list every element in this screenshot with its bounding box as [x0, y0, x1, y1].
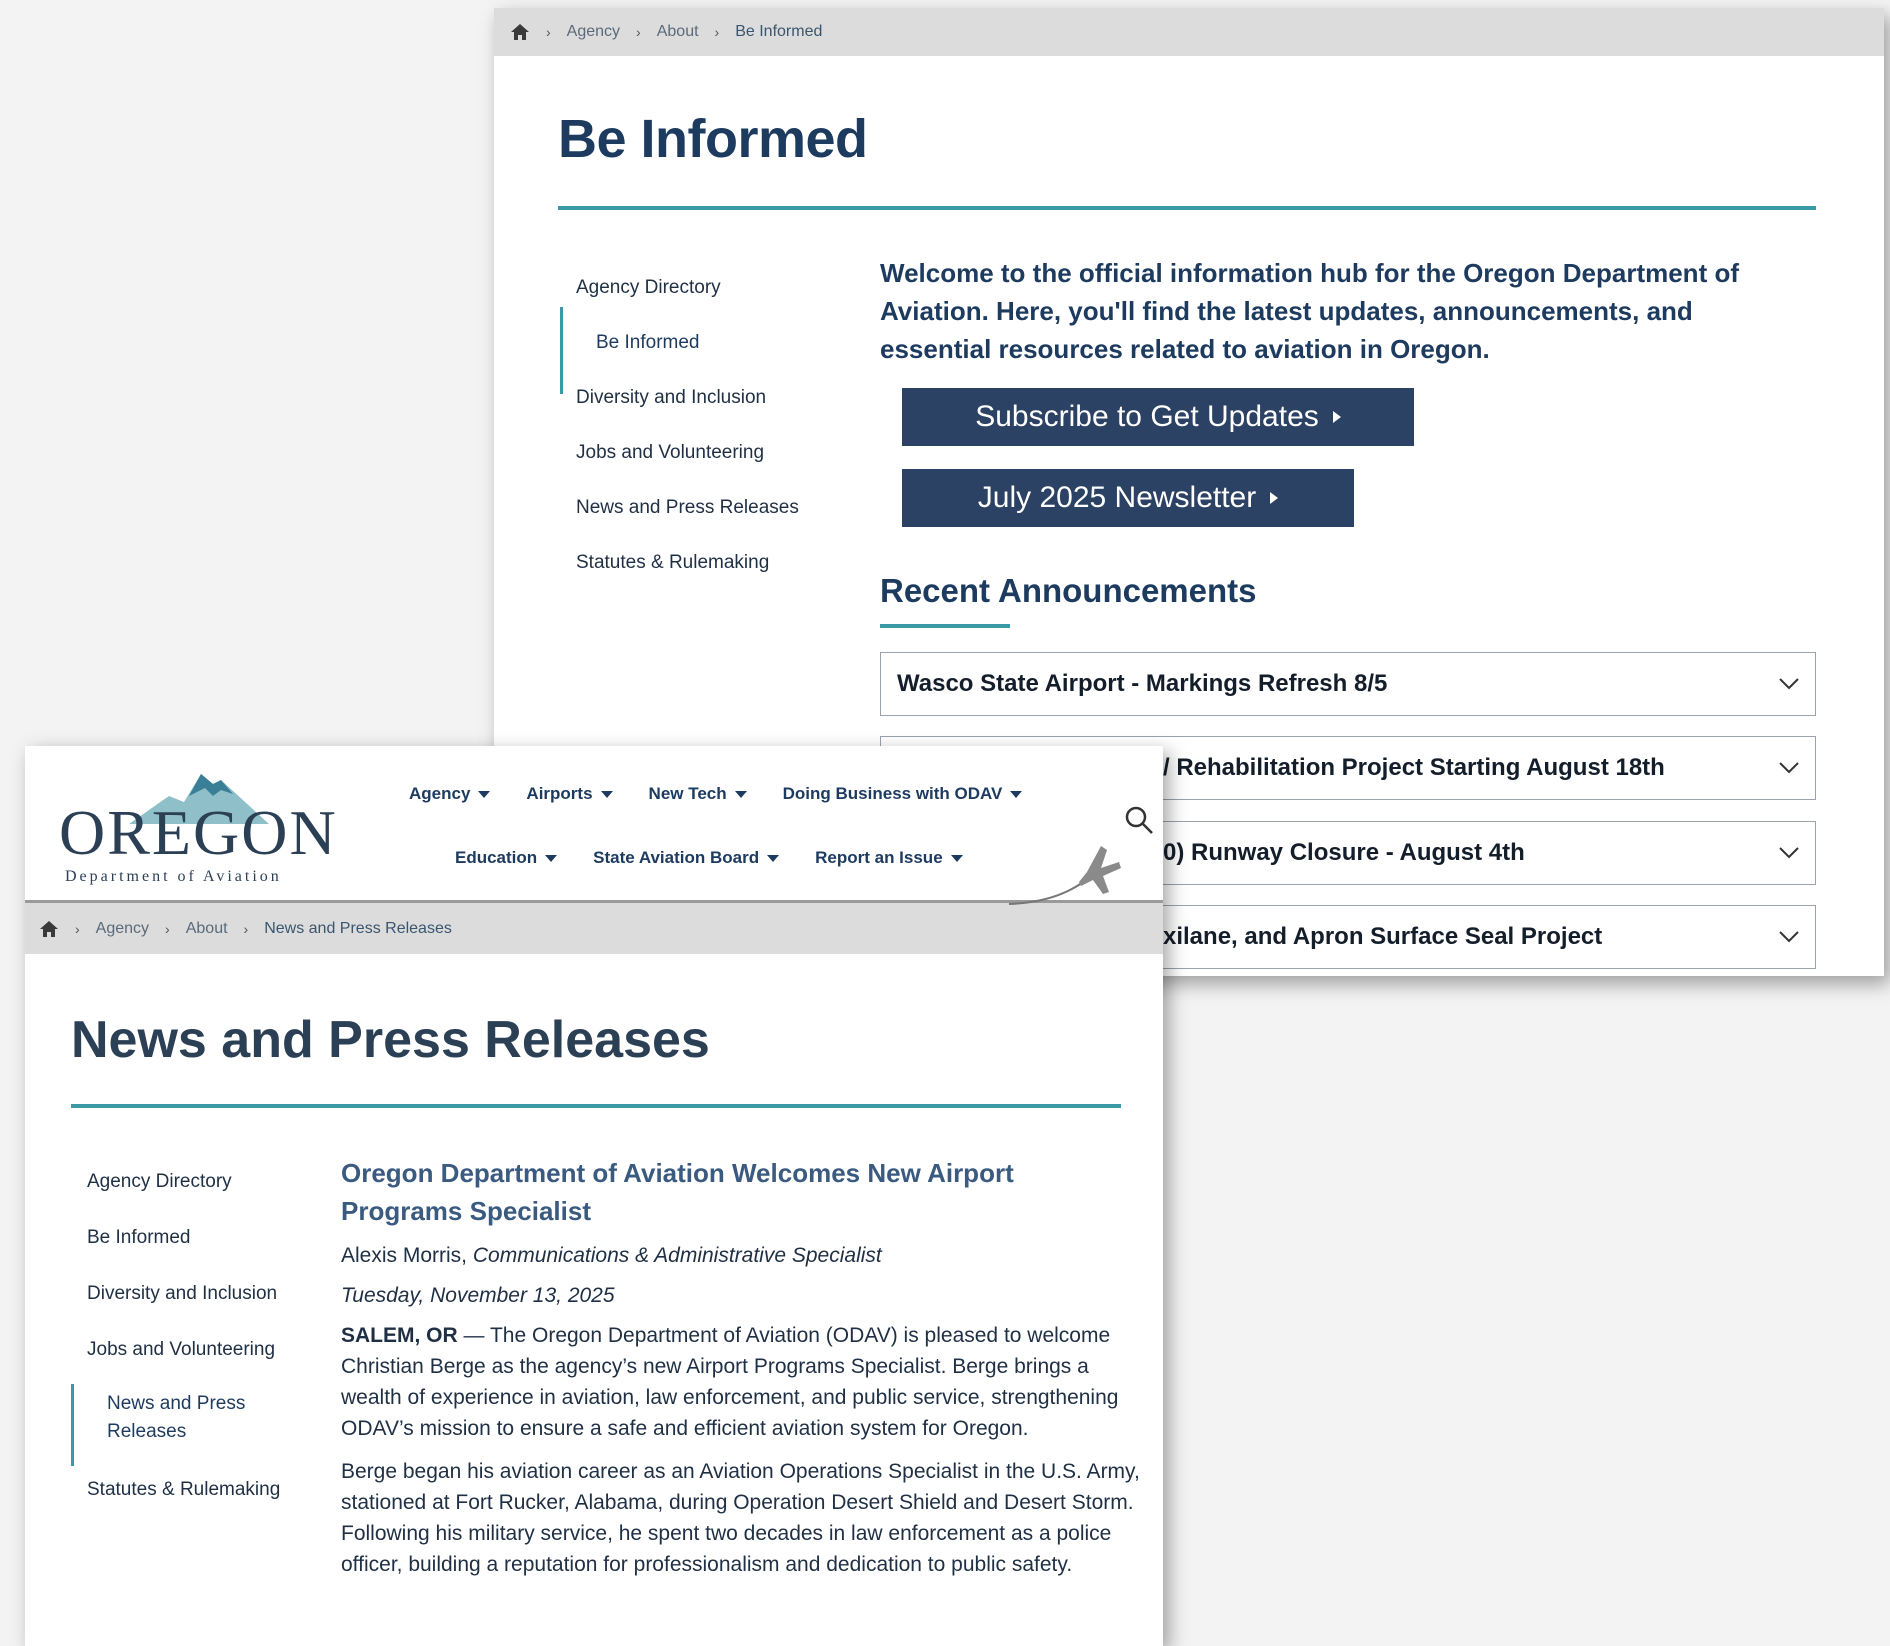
- announcement-title: Wasco State Airport - Markings Refresh 8…: [897, 670, 1388, 697]
- chevron-right-icon: ›: [546, 24, 551, 40]
- breadcrumb-current: Be Informed: [735, 23, 823, 40]
- intro-text: Welcome to the official information hub …: [880, 258, 1739, 364]
- caret-down-icon: [1010, 790, 1023, 798]
- newsletter-label: July 2025 Newsletter: [977, 481, 1257, 514]
- play-arrow-icon: [1332, 411, 1341, 423]
- caret-down-icon: [478, 790, 491, 798]
- title-divider: [558, 206, 1816, 210]
- announcement-item[interactable]: Wasco State Airport - Markings Refresh 8…: [880, 652, 1816, 716]
- menu-label: State Aviation Board: [593, 848, 760, 867]
- logo-wordmark: OREGON: [59, 797, 338, 868]
- caret-down-icon: [950, 854, 963, 862]
- site-header: OREGON Department of Aviation Agency Air…: [25, 746, 1163, 905]
- chevron-down-icon: [1779, 678, 1799, 690]
- breadcrumb-current: News and Press Releases: [264, 919, 452, 937]
- news-window: OREGON Department of Aviation Agency Air…: [25, 746, 1163, 1646]
- sidebar-item-statutes[interactable]: Statutes & Rulemaking: [71, 1474, 281, 1530]
- article-paragraph: SALEM, OR — The Oregon Department of Avi…: [341, 1320, 1141, 1444]
- subscribe-label: Subscribe to Get Updates: [975, 400, 1319, 433]
- sidebar-item-news[interactable]: News and Press Releases: [71, 1384, 261, 1474]
- subscribe-button[interactable]: Subscribe to Get Updates: [902, 388, 1414, 446]
- menu-new-tech[interactable]: New Tech: [649, 784, 747, 804]
- menu-label: Doing Business with ODAV: [782, 784, 1003, 803]
- breadcrumb: › Agency › About › Be Informed: [494, 8, 1884, 56]
- menu-education[interactable]: Education: [455, 848, 558, 868]
- article-paragraph-2: Berge began his aviation career as an Av…: [341, 1460, 1140, 1576]
- article-dateline: SALEM, OR: [341, 1324, 458, 1347]
- menu-airports[interactable]: Airports: [526, 784, 613, 804]
- announcement-title: / Rehabilitation Project Starting August…: [1163, 754, 1665, 781]
- caret-down-icon: [734, 790, 747, 798]
- article-paragraph-1-text: — The Oregon Department of Aviation (ODA…: [341, 1324, 1119, 1440]
- menu-label: Agency: [409, 784, 471, 803]
- menu-doing-business[interactable]: Doing Business with ODAV: [783, 784, 1023, 804]
- play-arrow-icon: [1270, 492, 1279, 504]
- announcement-title: xilane, and Apron Surface Seal Project: [1163, 923, 1603, 950]
- chevron-down-icon: [1779, 931, 1799, 943]
- menu-label: Report an Issue: [815, 848, 943, 867]
- sidebar-item-agency-directory[interactable]: Agency Directory: [71, 1166, 281, 1222]
- announcement-title: 0) Runway Closure - August 4th: [1163, 839, 1525, 866]
- recent-announcements-heading: Recent Announcements: [880, 572, 1257, 609]
- article-byline: Alexis Morris, Communications & Administ…: [341, 1244, 1141, 1268]
- sidebar-item-diversity[interactable]: Diversity and Inclusion: [560, 378, 799, 433]
- menu-state-aviation-board[interactable]: State Aviation Board: [593, 848, 780, 868]
- menu-report-issue[interactable]: Report an Issue: [815, 848, 963, 868]
- airplane-icon: [1008, 846, 1121, 905]
- home-icon[interactable]: [510, 23, 530, 41]
- sidebar-item-statutes[interactable]: Statutes & Rulemaking: [560, 543, 799, 598]
- newsletter-button[interactable]: July 2025 Newsletter: [902, 469, 1354, 527]
- breadcrumb-about[interactable]: About: [657, 23, 699, 41]
- chevron-right-icon: ›: [165, 920, 170, 937]
- article-date: Tuesday, November 13, 2025: [341, 1284, 615, 1307]
- side-nav: Agency Directory Be Informed Diversity a…: [560, 268, 799, 598]
- press-release: Oregon Department of Aviation Welcomes N…: [341, 1154, 1141, 1580]
- sidebar-item-be-informed[interactable]: Be Informed: [71, 1222, 281, 1278]
- breadcrumb-agency[interactable]: Agency: [567, 23, 620, 41]
- menu-agency[interactable]: Agency: [409, 784, 491, 804]
- title-divider: [71, 1104, 1121, 1108]
- author-name: Alexis Morris,: [341, 1244, 468, 1267]
- main-menu-row-2: Education State Aviation Board Report an…: [455, 848, 963, 868]
- chevron-down-icon: [1779, 847, 1799, 859]
- sidebar-item-be-informed[interactable]: Be Informed: [560, 307, 799, 394]
- sidebar-item-news[interactable]: News and Press Releases: [560, 488, 799, 543]
- page-title: Be Informed: [558, 109, 868, 169]
- breadcrumb-about[interactable]: About: [186, 920, 228, 938]
- logo-subtitle: Department of Aviation: [65, 868, 282, 885]
- menu-label: New Tech: [648, 784, 727, 803]
- page-title: News and Press Releases: [71, 1011, 710, 1069]
- article-title[interactable]: Oregon Department of Aviation Welcomes N…: [341, 1154, 1141, 1230]
- caret-down-icon: [767, 854, 780, 862]
- caret-down-icon: [600, 790, 613, 798]
- chevron-down-icon: [1779, 762, 1799, 774]
- chevron-right-icon: ›: [75, 920, 80, 937]
- caret-down-icon: [545, 854, 558, 862]
- menu-label: Airports: [526, 784, 593, 803]
- sidebar-item-agency-directory[interactable]: Agency Directory: [560, 268, 799, 323]
- chevron-right-icon: ›: [243, 920, 249, 937]
- search-icon[interactable]: [1123, 804, 1155, 836]
- chevron-right-icon: ›: [714, 24, 720, 40]
- author-role: Communications & Administrative Speciali…: [472, 1244, 882, 1267]
- main-menu-row-1: Agency Airports New Tech Doing Business …: [409, 784, 1023, 804]
- breadcrumb-agency[interactable]: Agency: [96, 920, 149, 938]
- side-nav: Agency Directory Be Informed Diversity a…: [71, 1166, 281, 1530]
- sidebar-item-diversity[interactable]: Diversity and Inclusion: [71, 1278, 281, 1334]
- sidebar-item-jobs[interactable]: Jobs and Volunteering: [71, 1334, 281, 1390]
- chevron-right-icon: ›: [636, 24, 641, 40]
- home-icon[interactable]: [39, 920, 59, 938]
- sidebar-item-jobs[interactable]: Jobs and Volunteering: [560, 433, 799, 488]
- section-divider: [880, 624, 1010, 628]
- menu-label: Education: [455, 848, 538, 867]
- oregon-aviation-logo[interactable]: OREGON Department of Aviation: [59, 766, 336, 885]
- breadcrumb: › Agency › About › News and Press Releas…: [25, 900, 1163, 954]
